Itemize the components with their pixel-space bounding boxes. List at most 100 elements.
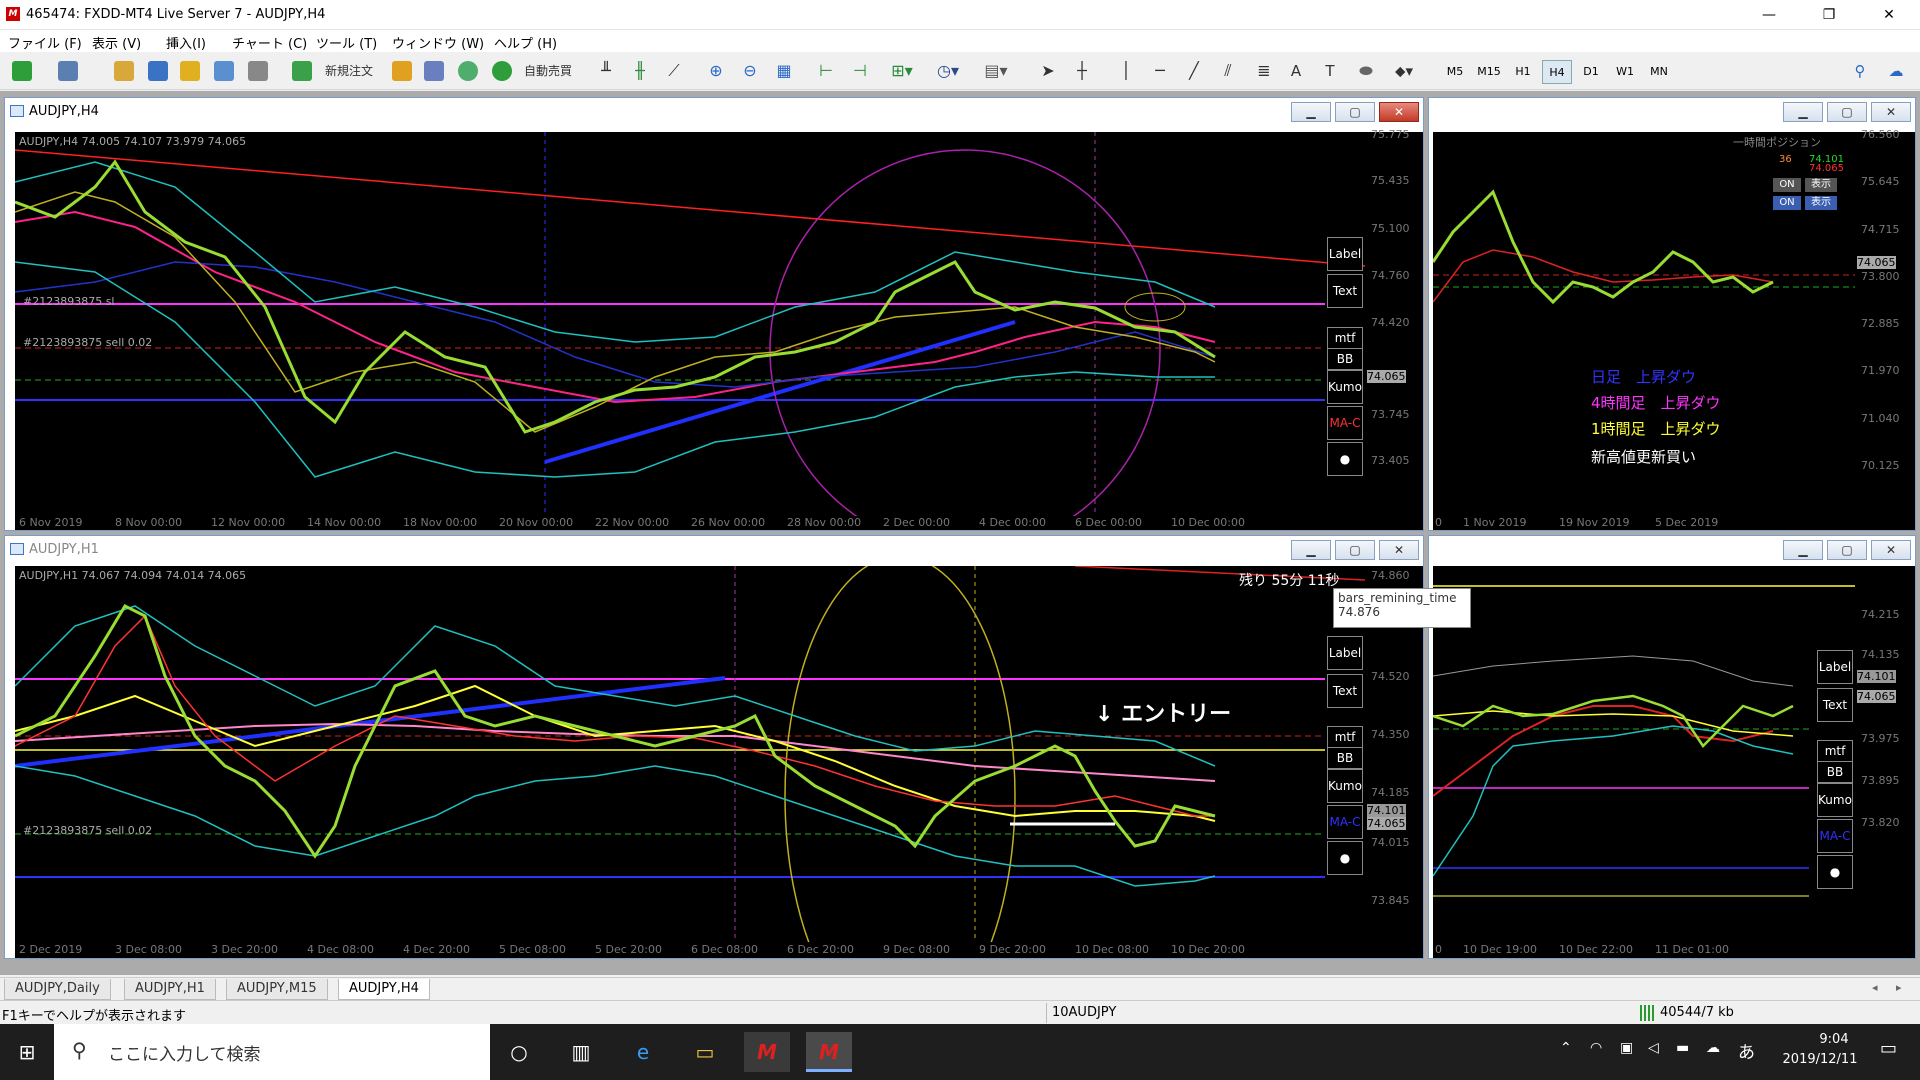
new-order-icon[interactable]	[292, 61, 312, 81]
mtf-button[interactable]: mtf	[1327, 327, 1363, 349]
volume-icon[interactable]: ◁	[1648, 1040, 1659, 1056]
chart-maximize-button[interactable]: ▢	[1335, 102, 1375, 122]
indicators-icon[interactable]: ⊞▾	[890, 60, 914, 82]
ime-indicator[interactable]: あ	[1738, 1038, 1755, 1063]
text-button[interactable]: Text	[1327, 674, 1363, 708]
search-icon[interactable]: ⚲	[1850, 60, 1870, 82]
file-explorer-icon[interactable]: ▭	[682, 1032, 728, 1072]
chart-plot-h1[interactable]: AUDJPY,H1 74.067 74.094 74.014 74.065 #2…	[15, 566, 1471, 942]
market-icon[interactable]	[458, 61, 478, 81]
cursor-icon[interactable]: ➤	[1038, 60, 1058, 82]
chart-maximize-button[interactable]: ▢	[1827, 540, 1867, 560]
restore-button[interactable]: ❐	[1806, 0, 1852, 30]
bar-chart-icon[interactable]: ╨	[596, 60, 616, 82]
camera-icon[interactable]: ▣	[1620, 1040, 1633, 1056]
text-button[interactable]: Text	[1817, 688, 1853, 722]
crosshair-icon[interactable]: ┼	[1072, 60, 1092, 82]
templates-icon[interactable]: ▤▾	[984, 60, 1008, 82]
edge-icon[interactable]: e	[620, 1032, 666, 1072]
clock-time[interactable]: 9:04	[1796, 1032, 1872, 1047]
zoom-in-icon[interactable]: ⊕	[706, 60, 726, 82]
tab-audjpy-m15[interactable]: AUDJPY,M15	[226, 979, 328, 1000]
chart-close-button[interactable]: ✕	[1871, 102, 1911, 122]
kumo-button[interactable]: Kumo	[1817, 783, 1853, 817]
chart-close-button[interactable]: ✕	[1379, 102, 1419, 122]
ma-button[interactable]: MA-C	[1327, 406, 1363, 440]
bb-button[interactable]: BB	[1327, 348, 1363, 370]
candlestick-icon[interactable]: ╫	[630, 60, 650, 82]
tf-h4[interactable]: H4	[1542, 60, 1572, 84]
chart-shift-icon[interactable]: ⊣	[850, 60, 870, 82]
notification-icon[interactable]: ▭	[1880, 1038, 1897, 1059]
menu-window[interactable]: ウィンドウ (W)	[392, 33, 484, 52]
chart-minimize-button[interactable]: ▁	[1783, 102, 1823, 122]
menu-help[interactable]: ヘルプ (H)	[494, 33, 557, 52]
battery-icon[interactable]: ▬	[1676, 1040, 1689, 1056]
show-button-2[interactable]: 表示	[1805, 196, 1837, 210]
bomb-icon[interactable]: ●	[1327, 841, 1363, 875]
menu-insert[interactable]: 挿入(I)	[166, 33, 206, 52]
arrows-icon[interactable]: ⬥▾	[1390, 60, 1418, 82]
task-view-icon[interactable]: ▥	[558, 1032, 604, 1072]
signals-icon[interactable]	[424, 61, 444, 81]
ma-button[interactable]: MA-C	[1817, 819, 1853, 853]
chart-window-m15[interactable]: ▁ ▢ ✕ Label Text mtf BB Kumo MA-C ● 74.2…	[1428, 535, 1916, 959]
tf-m15[interactable]: M15	[1474, 60, 1504, 84]
mtf-button[interactable]: mtf	[1327, 726, 1363, 748]
tf-m5[interactable]: M5	[1440, 60, 1470, 84]
tab-scroll-left-icon[interactable]: ◂	[1872, 981, 1878, 994]
onedrive-icon[interactable]: ☁	[1706, 1040, 1720, 1056]
bb-button[interactable]: BB	[1327, 747, 1363, 769]
tab-audjpy-h1[interactable]: AUDJPY,H1	[124, 979, 216, 1000]
tab-audjpy-h4[interactable]: AUDJPY,H4	[338, 979, 430, 1000]
mtf-button[interactable]: mtf	[1817, 740, 1853, 762]
text-label-icon[interactable]: T	[1320, 60, 1340, 82]
chart-window-h1[interactable]: AUDJPY,H1 ▁ ▢ ✕ AUDJPY,H1 74.067 74.094 …	[4, 535, 1471, 959]
clock-date[interactable]: 2019/12/11	[1770, 1052, 1870, 1067]
autoscroll-icon[interactable]: ⊢	[816, 60, 836, 82]
close-button[interactable]: ✕	[1866, 0, 1912, 30]
chart-plot-h4[interactable]: AUDJPY,H4 74.005 74.107 73.979 74.065 #2…	[15, 132, 1365, 516]
strategy-tester-icon[interactable]	[248, 61, 268, 81]
trendline-icon[interactable]: ╱	[1184, 60, 1204, 82]
tile-windows-icon[interactable]: ▦	[774, 60, 794, 82]
text-icon[interactable]: A	[1286, 60, 1306, 82]
text-button[interactable]: Text	[1327, 274, 1363, 308]
fibonacci-icon[interactable]: ≣	[1254, 60, 1274, 82]
data-window-icon[interactable]	[180, 61, 200, 81]
bb-button[interactable]: BB	[1817, 761, 1853, 783]
profiles-icon[interactable]	[58, 61, 78, 81]
tray-chevron-icon[interactable]: ⌃	[1560, 1040, 1572, 1056]
new-order-button[interactable]: 新規注文	[314, 60, 384, 82]
chart-close-button[interactable]: ✕	[1379, 540, 1419, 560]
chart-window-h4[interactable]: AUDJPY,H4 ▁ ▢ ✕ AUDJPY,H4 74.005 74.107 …	[4, 97, 1424, 531]
line-chart-icon[interactable]: ⟋	[664, 60, 684, 82]
chart-close-button[interactable]: ✕	[1871, 540, 1911, 560]
chart-maximize-button[interactable]: ▢	[1827, 102, 1867, 122]
chart-minimize-button[interactable]: ▁	[1783, 540, 1823, 560]
tf-d1[interactable]: D1	[1576, 60, 1606, 84]
menu-tools[interactable]: ツール (T)	[316, 33, 377, 52]
tf-w1[interactable]: W1	[1610, 60, 1640, 84]
channel-icon[interactable]: ⫽	[1218, 60, 1238, 82]
on-toggle-2[interactable]: ON	[1773, 196, 1801, 210]
shapes-icon[interactable]: ⬬	[1354, 60, 1378, 82]
fxdd-app-icon-2[interactable]: M	[806, 1032, 852, 1072]
new-chart-icon[interactable]	[12, 61, 32, 81]
taskbar-search[interactable]: ⚲ ここに入力して検索	[54, 1024, 490, 1080]
menu-file[interactable]: ファイル (F)	[8, 33, 82, 52]
vertical-line-icon[interactable]: │	[1116, 60, 1136, 82]
chart-minimize-button[interactable]: ▁	[1291, 540, 1331, 560]
chart-minimize-button[interactable]: ▁	[1291, 102, 1331, 122]
label-button[interactable]: Label	[1817, 650, 1853, 684]
terminal-icon[interactable]	[214, 61, 234, 81]
menu-chart[interactable]: チャート (C)	[232, 33, 307, 52]
auto-trade-icon[interactable]	[492, 61, 512, 81]
horizontal-line-icon[interactable]: ─	[1150, 60, 1170, 82]
kumo-button[interactable]: Kumo	[1327, 769, 1363, 803]
periods-icon[interactable]: ◷▾	[936, 60, 960, 82]
zoom-out-icon[interactable]: ⊖	[740, 60, 760, 82]
chart-plot-daily[interactable]: 一時間ポジション 36 74.101 74.065 ON 表示 ON 表示 日足…	[1433, 132, 1855, 516]
bomb-icon[interactable]: ●	[1817, 855, 1853, 889]
label-button[interactable]: Label	[1327, 636, 1363, 670]
